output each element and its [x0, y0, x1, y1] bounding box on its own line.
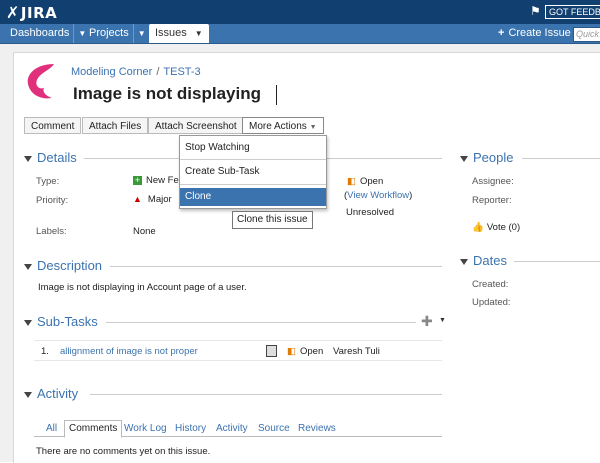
description-rule — [110, 266, 442, 267]
reporter-label: Reporter: — [472, 195, 512, 206]
create-issue-button[interactable]: + Create Issue — [498, 24, 571, 43]
new-feature-icon: + — [133, 174, 142, 185]
collapse-triangle-icon — [460, 258, 468, 265]
subtasks-top-rule — [34, 340, 442, 341]
status-open-icon: ◧ — [347, 176, 356, 187]
subtask-num: 1. — [41, 346, 49, 357]
subtask-status: ◧ Open — [287, 346, 324, 357]
collapse-triangle-icon — [24, 319, 32, 326]
details-heading[interactable]: Details — [24, 150, 77, 165]
type-label: Type: — [36, 176, 60, 187]
chevron-down-icon[interactable]: ▼ — [132, 24, 146, 43]
jira-x-icon: ✗ — [6, 3, 20, 22]
tab-activity[interactable]: Activity — [216, 423, 248, 434]
chevron-down-icon[interactable]: ▼ — [191, 24, 203, 43]
priority-major-icon: ▲ — [133, 194, 142, 204]
more-actions-menu: Stop Watching Create Sub-Task Clone — [179, 135, 327, 209]
breadcrumb-issue-key[interactable]: TEST-3 — [163, 66, 200, 78]
tab-all[interactable]: All — [46, 423, 57, 434]
nav-issues[interactable]: Issues ▼ — [149, 24, 209, 43]
priority-label: Priority: — [36, 195, 69, 206]
collapse-triangle-icon — [24, 263, 32, 270]
updated-label: Updated: — [472, 297, 511, 308]
tab-work-log[interactable]: Work Log — [124, 423, 167, 434]
activity-heading[interactable]: Activity — [24, 386, 78, 401]
comment-button[interactable]: Comment — [24, 117, 82, 134]
view-workflow: (View Workflow) — [344, 190, 413, 201]
no-comments-text: There are no comments yet on this issue. — [36, 446, 211, 457]
tab-history[interactable]: History — [175, 423, 206, 434]
people-rule — [522, 158, 600, 159]
more-actions-button[interactable]: More Actions ▼ — [242, 117, 324, 134]
thumbs-up-icon: 👍 — [472, 222, 484, 233]
clone-tooltip: Clone this issue — [232, 211, 313, 229]
dates-rule — [514, 261, 600, 262]
breadcrumb-project-link[interactable]: Modeling Corner — [71, 66, 152, 78]
jira-logo[interactable]: ✗JIRA — [6, 3, 57, 22]
nav-projects[interactable]: Projects ▼ — [83, 24, 152, 43]
menu-item-stop-watching[interactable]: Stop Watching — [180, 139, 326, 157]
collapse-triangle-icon — [24, 391, 32, 398]
chevron-down-icon: ▼ — [309, 124, 317, 131]
add-subtask-icon[interactable]: ✚ — [421, 313, 433, 330]
tab-comments[interactable]: Comments — [64, 420, 123, 438]
labels-value: None — [133, 226, 156, 237]
subtasks-bottom-rule — [34, 360, 442, 361]
priority-value: ▲ Major — [133, 194, 172, 205]
type-value: + New Fe — [133, 174, 179, 186]
activity-rule — [90, 394, 442, 395]
subtasks-heading[interactable]: Sub-Tasks — [24, 314, 98, 329]
text-cursor — [276, 85, 277, 105]
resolution-value: Unresolved — [346, 207, 395, 218]
assignee-label: Assignee: — [472, 176, 514, 187]
project-avatar — [27, 64, 54, 99]
chevron-down-icon[interactable]: ▼ — [439, 317, 446, 324]
status-value: ◧ Open — [347, 176, 384, 187]
created-label: Created: — [472, 279, 509, 290]
subtask-assignee: Varesh Tuli — [333, 346, 380, 357]
collapse-triangle-icon — [460, 155, 468, 162]
vote-link[interactable]: 👍 Vote (0) — [472, 222, 520, 233]
breadcrumb: Modeling Corner / TEST-3 — [71, 66, 201, 78]
plus-icon: + — [498, 27, 505, 39]
tab-source[interactable]: Source — [258, 423, 290, 434]
menu-item-clone[interactable]: Clone — [180, 188, 326, 206]
menu-separator — [180, 159, 326, 160]
status-open-icon: ◧ — [287, 346, 296, 357]
labels-label: Labels: — [36, 226, 67, 237]
attach-files-button[interactable]: Attach Files — [82, 117, 149, 134]
quick-search-input[interactable]: Quick — [573, 27, 600, 42]
subtask-type-icon — [266, 345, 277, 357]
people-heading[interactable]: People — [460, 150, 513, 165]
description-text: Image is not displaying in Account page … — [38, 282, 247, 293]
view-workflow-link[interactable]: View Workflow — [347, 190, 409, 201]
menu-separator — [180, 184, 326, 185]
tab-reviews[interactable]: Reviews — [298, 423, 336, 434]
menu-item-create-subtask[interactable]: Create Sub-Task — [180, 163, 326, 181]
collapse-triangle-icon — [24, 155, 32, 162]
nav-dashboards[interactable]: Dashboards ▼ — [4, 24, 92, 43]
subtasks-rule — [106, 322, 416, 323]
issue-title[interactable]: Image is not displaying — [73, 84, 261, 104]
feedback-button[interactable]: GOT FEEDBACK — [545, 5, 600, 19]
dates-heading[interactable]: Dates — [460, 253, 507, 268]
description-heading[interactable]: Description — [24, 258, 102, 273]
attach-screenshot-button[interactable]: Attach Screenshot — [148, 117, 244, 134]
top-header — [0, 0, 600, 24]
subtask-link[interactable]: allignment of image is not proper — [60, 346, 198, 357]
feedback-icon: ⚑ — [530, 4, 541, 18]
